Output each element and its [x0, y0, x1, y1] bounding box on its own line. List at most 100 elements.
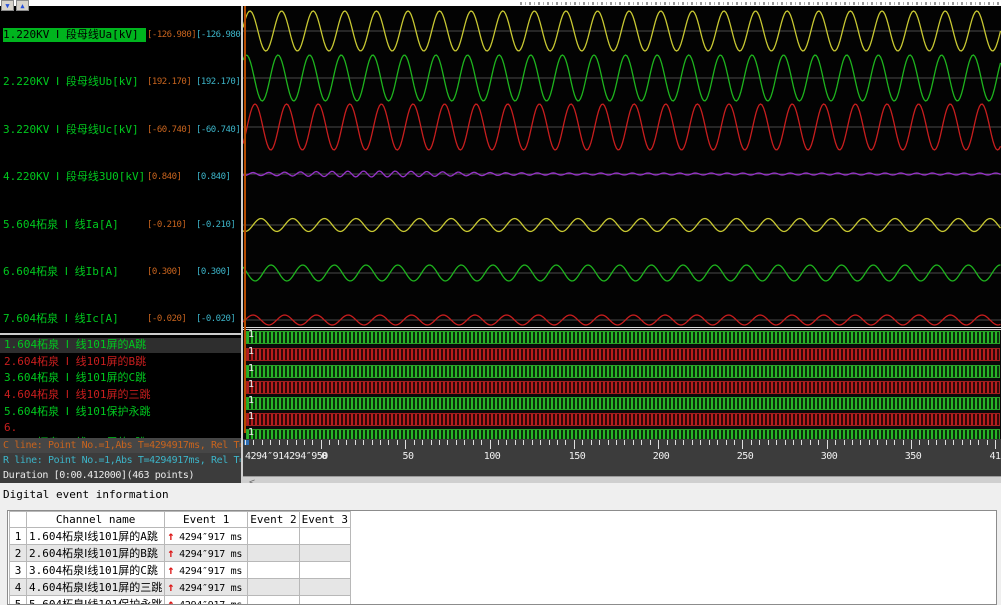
event1-time: 4294″917 ms: [179, 532, 242, 543]
time-axis-label: 200: [653, 451, 670, 462]
event-table-panel: Channel nameEvent 1Event 2Event 311.604柘…: [7, 510, 997, 605]
time-axis-tick: [372, 440, 373, 445]
c-cursor-status: C line: Point No.=1,Abs T=4294917ms, Rel…: [0, 438, 241, 453]
time-axis-tick: [827, 440, 828, 449]
time-axis-tick: [844, 440, 845, 445]
digital-channel-row[interactable]: 6.: [0, 421, 241, 436]
time-axis-label: 50: [402, 451, 413, 462]
time-axis-tick: [987, 440, 988, 445]
analog-channel-list: 1.220KV Ⅰ 段母线Ua[kV][-126.980][-126.980] 2…: [0, 6, 241, 327]
time-axis-tick: [549, 440, 550, 445]
digital-state-value: 1: [248, 329, 254, 341]
analog-channel-row[interactable]: 1.220KV Ⅰ 段母线Ua[kV][-126.980][-126.980]: [0, 28, 241, 42]
event-channel-name: 4.604柘泉Ⅰ线101屏的三跳: [27, 579, 165, 596]
event3-cell: [299, 562, 350, 579]
digital-state-value: 1: [248, 395, 254, 407]
digital-trace-bar[interactable]: 1: [246, 397, 1000, 410]
time-axis-tick: [675, 440, 676, 445]
c-cursor-value: [0.840]: [147, 171, 181, 184]
r-cursor-value: [-0.210]: [196, 219, 235, 232]
analog-channel-row[interactable]: 5.604柘泉 Ⅰ 线Ia[A][-0.210][-0.210]: [0, 218, 241, 232]
event2-cell: [248, 596, 299, 605]
analog-waveform-plot[interactable]: [243, 6, 1001, 327]
event3-cell: [299, 528, 350, 545]
time-axis-tick: [683, 440, 684, 445]
event-table-row[interactable]: 11.604柘泉Ⅰ线101屏的A跳↑4294″917 ms: [10, 528, 351, 545]
time-axis-tick: [312, 440, 313, 445]
digital-channel-row[interactable]: 1.604柘泉 Ⅰ 线101屏的A跳: [0, 338, 241, 353]
digital-channel-row[interactable]: 3.604柘泉 Ⅰ 线101屏的C跳: [0, 371, 241, 386]
rising-edge-arrow-icon: ↑: [167, 529, 179, 543]
event-row-number: 1: [10, 528, 27, 545]
c-cursor-line[interactable]: [244, 6, 246, 433]
digital-trace-bar[interactable]: 1: [246, 348, 1000, 361]
event-info-title: Digital event information: [3, 488, 169, 501]
channel-list-panel: 1.220KV Ⅰ 段母线Ua[kV][-126.980][-126.980] 2…: [0, 6, 243, 483]
event-channel-name: 1.604柘泉Ⅰ线101屏的A跳: [27, 528, 165, 545]
c-cursor-value: [-0.020]: [147, 313, 186, 326]
digital-trace-bar[interactable]: 1: [246, 381, 1000, 394]
event-table-row[interactable]: 22.604柘泉Ⅰ线101屏的B跳↑4294″917 ms: [10, 545, 351, 562]
time-axis-tick: [414, 440, 415, 445]
analog-channel-row[interactable]: 6.604柘泉 Ⅰ 线Ib[A][0.300][0.300]: [0, 265, 241, 279]
duration-status: Duration [0:00.412000](463 points): [0, 468, 241, 483]
time-axis-tick: [860, 440, 861, 445]
digital-channel-row[interactable]: 2.604柘泉 Ⅰ 线101屏的B跳: [0, 355, 241, 370]
time-axis-tick: [473, 440, 474, 445]
event1-cell: ↑4294″917 ms: [165, 562, 248, 579]
event1-time: 4294″917 ms: [179, 600, 242, 605]
analog-channel-row[interactable]: 3.220KV Ⅰ 段母线Uc[kV][-60.740][-60.740]: [0, 123, 241, 137]
analog-channel-row[interactable]: 7.604柘泉 Ⅰ 线Ic[A][-0.020][-0.020]: [0, 312, 241, 326]
digital-trace-bar[interactable]: 1: [246, 331, 1000, 344]
digital-channel-row[interactable]: 4.604柘泉 Ⅰ 线101屏的三跳: [0, 388, 241, 403]
digital-channel-list: 1.604柘泉 Ⅰ 线101屏的A跳 2.604柘泉 Ⅰ 线101屏的B跳3.60…: [0, 333, 241, 438]
digital-state-value: 1: [248, 411, 254, 423]
r-cursor-value: [-126.980]: [196, 29, 241, 42]
r-cursor-status: R line: Point No.=1,Abs T=4294917ms, Rel…: [0, 453, 241, 468]
event3-cell: [299, 596, 350, 605]
time-axis-tick: [515, 440, 516, 445]
time-axis-tick: [700, 440, 701, 445]
r-cursor-value: [0.300]: [196, 266, 230, 279]
time-axis-tick: [287, 440, 288, 445]
time-axis-tick: [388, 440, 389, 445]
r-cursor-value: [0.840]: [196, 171, 230, 184]
analog-channel-row[interactable]: 2.220KV Ⅰ 段母线Ub[kV][192.170][192.170]: [0, 75, 241, 89]
event2-cell: [248, 545, 299, 562]
time-axis-tick: [978, 440, 979, 445]
time-axis-tick: [270, 440, 271, 445]
time-axis-tick: [608, 440, 609, 445]
event-table-column-header: Event 3: [299, 512, 350, 528]
time-axis-tick: [321, 440, 322, 449]
digital-trace-area[interactable]: 1111111: [243, 327, 1001, 439]
time-axis-label: 41: [989, 451, 1000, 462]
event-table-row[interactable]: 44.604柘泉Ⅰ线101屏的三跳↑4294″917 ms: [10, 579, 351, 596]
rising-edge-arrow-icon: ↑: [167, 597, 179, 605]
event1-cell: ↑4294″917 ms: [165, 528, 248, 545]
time-axis-tick: [903, 440, 904, 445]
toolbar-button-2[interactable]: ▲: [16, 0, 29, 11]
time-axis-tick: [877, 440, 878, 445]
time-axis-tick: [650, 440, 651, 445]
time-axis-tick: [405, 440, 406, 449]
c-cursor-value: [-0.210]: [147, 219, 186, 232]
time-axis-tick: [692, 440, 693, 445]
event-table-row[interactable]: 55.604柘泉Ⅰ线101保护永跳↑4294″917 ms: [10, 596, 351, 605]
main-record-view: 1.220KV Ⅰ 段母线Ua[kV][-126.980][-126.980] 2…: [0, 6, 1001, 483]
time-axis-tick: [751, 440, 752, 445]
digital-channel-row[interactable]: 5.604柘泉 Ⅰ 线101保护永跳: [0, 405, 241, 420]
digital-state-value: 1: [248, 346, 254, 358]
digital-trace-bar[interactable]: 1: [246, 365, 1000, 378]
time-axis-tick: [574, 440, 575, 449]
digital-trace-bar[interactable]: 1: [246, 429, 1000, 440]
time-axis-tick: [464, 440, 465, 445]
event-table-row[interactable]: 33.604柘泉Ⅰ线101屏的C跳↑4294″917 ms: [10, 562, 351, 579]
digital-trace-bar[interactable]: 1: [246, 413, 1000, 426]
time-axis-label: 0: [321, 451, 327, 462]
time-axis-tick: [363, 440, 364, 445]
time-axis-tick: [953, 440, 954, 445]
time-axis-tick: [456, 440, 457, 445]
toolbar-button-1[interactable]: ▼: [1, 0, 14, 11]
analog-channel-row[interactable]: 4.220KV Ⅰ 段母线3U0[kV][0.840][0.840]: [0, 170, 241, 184]
event-table-header-row: Channel nameEvent 1Event 2Event 3: [10, 512, 351, 528]
